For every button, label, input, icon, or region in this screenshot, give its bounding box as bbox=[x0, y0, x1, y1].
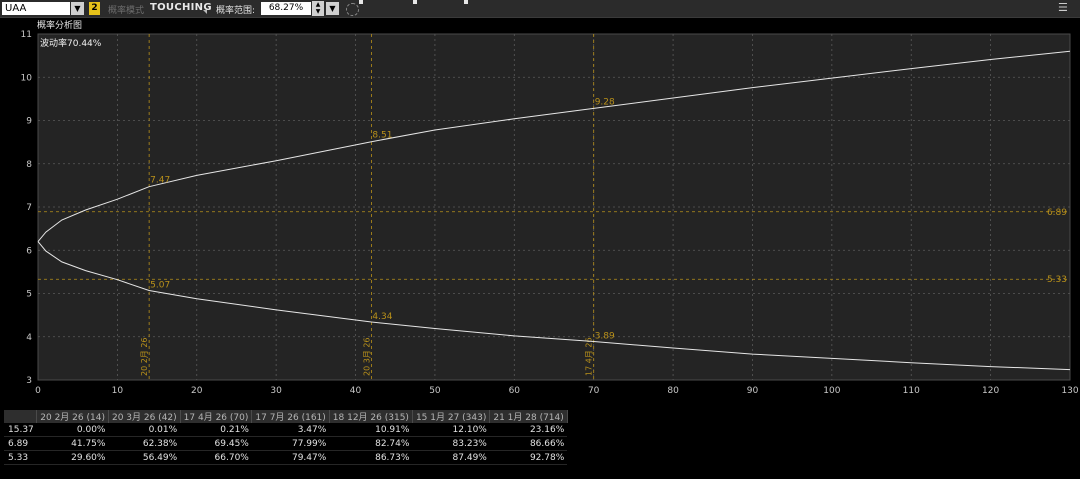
probability-cell: 62.38% bbox=[108, 436, 181, 451]
x-tick-label: 20 bbox=[191, 386, 203, 396]
table-column-header[interactable]: 18 12月 26 (315) bbox=[329, 410, 413, 423]
probability-cell: 86.66% bbox=[489, 436, 568, 451]
volatility-label: 波动率70.44% bbox=[40, 37, 102, 49]
row-price-cell: 6.89 bbox=[4, 436, 37, 451]
curve-point-label: 4.34 bbox=[372, 312, 392, 322]
table-row[interactable]: 6.89 41.75% 62.38% 69.45% 77.99% 82.74% 83.23%… bbox=[4, 436, 568, 451]
x-tick-label: 110 bbox=[903, 386, 920, 396]
price-level-label: 6.89 bbox=[1047, 208, 1067, 218]
probability-cell: 29.60% bbox=[36, 450, 109, 465]
x-tick-label: 100 bbox=[823, 386, 840, 396]
x-tick-label: 0 bbox=[35, 386, 41, 396]
table-row[interactable]: 15.37 0.00% 0.01% 0.21% 3.47% 10.91% 12.10% 23.… bbox=[4, 423, 568, 437]
probability-cell: 83.23% bbox=[412, 436, 490, 451]
x-tick-label: 120 bbox=[982, 386, 999, 396]
menu-icon[interactable]: ☰ bbox=[1058, 2, 1070, 14]
x-tick-label: 80 bbox=[667, 386, 679, 396]
y-tick-label: 5 bbox=[26, 290, 32, 300]
probability-cell: 77.99% bbox=[251, 436, 330, 451]
probability-range-input[interactable]: 68.27% bbox=[261, 2, 311, 15]
y-tick-label: 10 bbox=[21, 73, 33, 83]
table-column-header[interactable]: 17 4月 26 (70) bbox=[180, 410, 253, 423]
probability-range-label: 概率范围: bbox=[216, 6, 256, 16]
crosshair-icon[interactable] bbox=[346, 3, 359, 16]
toolbar-marker-icon bbox=[413, 0, 417, 4]
probability-cell: 69.45% bbox=[180, 436, 252, 451]
y-tick-label: 4 bbox=[26, 333, 32, 343]
y-tick-label: 7 bbox=[26, 203, 32, 213]
price-level-label: 5.33 bbox=[1047, 275, 1067, 285]
x-tick-label: 10 bbox=[112, 386, 124, 396]
y-tick-label: 6 bbox=[26, 246, 32, 256]
x-tick-label: 50 bbox=[429, 386, 441, 396]
y-tick-label: 11 bbox=[21, 30, 32, 40]
probability-cell: 0.21% bbox=[180, 423, 252, 437]
probability-cell: 3.47% bbox=[251, 423, 330, 437]
probability-cell: 0.01% bbox=[108, 423, 181, 437]
table-column-header[interactable]: 15 1月 27 (343) bbox=[412, 410, 491, 423]
table-column-header[interactable]: 20 3月 26 (42) bbox=[108, 410, 181, 423]
probability-cell: 10.91% bbox=[329, 423, 413, 437]
probability-cell: 41.75% bbox=[36, 436, 109, 451]
curve-point-label: 5.07 bbox=[150, 280, 170, 290]
probability-cell: 56.49% bbox=[108, 450, 181, 465]
row-price-cell: 5.33 bbox=[4, 450, 37, 465]
table-body: 15.37 0.00% 0.01% 0.21% 3.47% 10.91% 12.10% 23.… bbox=[4, 423, 568, 465]
symbol-dropdown-icon[interactable]: ▼ bbox=[71, 2, 84, 15]
table-column-header[interactable]: 21 1月 28 (714) bbox=[489, 410, 568, 423]
probability-cell: 0.00% bbox=[36, 423, 109, 437]
mode-dropdown-icon[interactable] bbox=[203, 10, 207, 14]
toolbar: UAA ▼ 2 概率模式 TOUCHING 概率范围: 68.27% ▲ ▼ ▼ … bbox=[0, 0, 1080, 18]
probability-chart[interactable]: 0 10 20 30 40 50 60 70 80 90 100 110 120 130 3 4 5 6 7 8 9 10… bbox=[0, 28, 1080, 400]
link-group-badge[interactable]: 2 bbox=[89, 2, 100, 15]
curve-point-label: 7.47 bbox=[150, 176, 170, 186]
probability-cell: 87.49% bbox=[412, 450, 490, 465]
probability-cell: 66.70% bbox=[180, 450, 252, 465]
x-tick-label: 30 bbox=[270, 386, 282, 396]
y-tick-label: 3 bbox=[26, 376, 32, 386]
expiration-label: 20 2月 26 bbox=[140, 337, 149, 376]
y-tick-label: 8 bbox=[26, 160, 32, 170]
table-column-header[interactable]: 17 7月 26 (161) bbox=[251, 410, 330, 423]
probability-cell: 23.16% bbox=[489, 423, 568, 437]
table-column-header[interactable]: 20 2月 26 (14) bbox=[36, 410, 109, 423]
table-row[interactable]: 5.33 29.60% 56.49% 66.70% 79.47% 86.73% 87.49%… bbox=[4, 450, 568, 465]
x-tick-label: 130 bbox=[1061, 386, 1078, 396]
x-tick-label: 40 bbox=[350, 386, 362, 396]
table-corner-cell bbox=[4, 410, 38, 423]
curve-point-label: 9.28 bbox=[595, 97, 615, 107]
probability-cell: 86.73% bbox=[329, 450, 413, 465]
toolbar-marker-icon bbox=[359, 0, 363, 4]
curve-point-label: 8.51 bbox=[372, 131, 392, 141]
y-tick-label: 9 bbox=[26, 117, 32, 127]
table-header-row: 20 2月 26 (14) 20 3月 26 (42) 17 4月 26 (70) 1… bbox=[4, 410, 568, 423]
probability-cell: 79.47% bbox=[251, 450, 330, 465]
probability-cell: 92.78% bbox=[489, 450, 568, 465]
range-stepper-icon[interactable]: ▲ ▼ bbox=[312, 1, 324, 16]
expiration-label: 20 3月 26 bbox=[362, 337, 371, 376]
x-tick-label: 90 bbox=[747, 386, 759, 396]
probability-table: 20 2月 26 (14) 20 3月 26 (42) 17 4月 26 (70) 1… bbox=[4, 410, 568, 465]
probability-cell: 82.74% bbox=[329, 436, 413, 451]
symbol-input[interactable]: UAA bbox=[2, 2, 70, 15]
range-dropdown-icon[interactable]: ▼ bbox=[326, 2, 339, 15]
toolbar-marker-icon bbox=[464, 0, 468, 4]
curve-point-label: 3.89 bbox=[595, 332, 615, 342]
row-price-cell: 15.37 bbox=[4, 423, 37, 437]
probability-cell: 12.10% bbox=[412, 423, 490, 437]
x-tick-label: 70 bbox=[588, 386, 600, 396]
x-tick-label: 60 bbox=[509, 386, 521, 396]
probability-mode-label: 概率模式 bbox=[108, 6, 145, 16]
expiration-label: 17 4月 26 bbox=[585, 337, 594, 376]
